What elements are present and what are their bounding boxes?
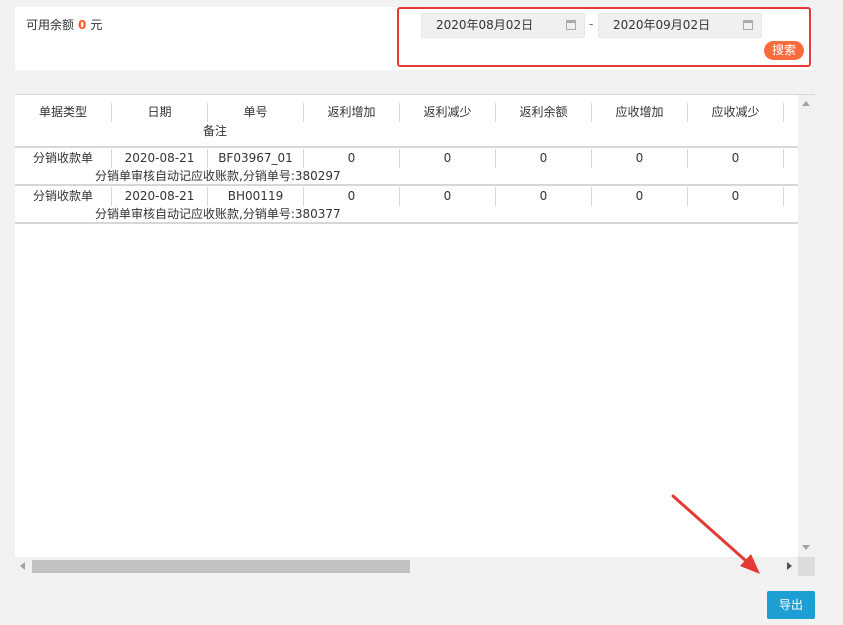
balance-label: 可用余额 [26, 18, 75, 32]
date-filter-highlight: 2020年08月02日 - 2020年09月02日 搜索 [397, 7, 811, 67]
header-receivable-decrease[interactable]: 应收减少 [688, 103, 784, 122]
calendar-icon [743, 20, 753, 30]
start-date-input[interactable]: 2020年08月02日 [421, 13, 585, 38]
end-date-value: 2020年09月02日 [613, 18, 711, 32]
scroll-left-arrow-icon[interactable] [20, 562, 25, 570]
scroll-right-arrow-icon[interactable] [787, 562, 792, 570]
page: 可用余额 0 元 2020年08月02日 - 2020年09月02日 搜索 单据类型… [0, 0, 843, 625]
row-rebate-decrease: 0 [400, 149, 496, 168]
scrollbar-corner [798, 557, 815, 576]
header-receivable-increase[interactable]: 应收增加 [592, 103, 688, 122]
vertical-scrollbar[interactable] [798, 95, 815, 557]
table-row[interactable]: 分销收款单 2020-08-21 BF03967_01 0 0 0 0 0 分销… [15, 148, 798, 186]
row-date: 2020-08-21 [112, 149, 208, 168]
red-pointer-arrow-icon [671, 494, 760, 574]
header-remark[interactable]: 备注 [165, 123, 265, 139]
row-rebate-decrease: 0 [400, 187, 496, 206]
balance-value: 0 [78, 18, 87, 32]
row-receivable-decrease: 0 [688, 149, 784, 168]
start-date-value: 2020年08月02日 [436, 18, 534, 32]
header-doc-type[interactable]: 单据类型 [15, 103, 112, 122]
date-separator: - [589, 17, 594, 31]
header-rebate-increase[interactable]: 返利增加 [304, 103, 400, 122]
header-rebate-balance[interactable]: 返利余额 [496, 103, 592, 122]
row-doc-type: 分销收款单 [15, 149, 112, 168]
available-balance: 可用余额 0 元 [26, 16, 102, 33]
calendar-icon [566, 20, 576, 30]
row-date: 2020-08-21 [112, 187, 208, 206]
scroll-down-arrow-icon[interactable] [802, 545, 810, 550]
row-rebate-increase: 0 [304, 187, 400, 206]
row-remark: 分销单审核自动记应收账款,分销单号:380377 [95, 207, 341, 221]
row-rebate-balance: 0 [496, 187, 592, 206]
row-receivable-decrease: 0 [688, 187, 784, 206]
header-date[interactable]: 日期 [112, 103, 208, 122]
row-rebate-balance: 0 [496, 149, 592, 168]
scroll-up-arrow-icon[interactable] [802, 101, 810, 106]
row-doc-type: 分销收款单 [15, 187, 112, 206]
balance-unit: 元 [90, 18, 103, 32]
table-header: 单据类型 日期 单号 返利增加 返利减少 返利余额 应收增加 应收减少 备注 [15, 95, 798, 148]
table-grid: 单据类型 日期 单号 返利增加 返利减少 返利余额 应收增加 应收减少 备注 分… [15, 95, 798, 557]
horizontal-scroll-thumb[interactable] [32, 560, 410, 573]
header-doc-no[interactable]: 单号 [208, 103, 304, 122]
table-row[interactable]: 分销收款单 2020-08-21 BH00119 0 0 0 0 0 分销单审核… [15, 186, 798, 224]
row-receivable-increase: 0 [592, 149, 688, 168]
export-button[interactable]: 导出 [767, 591, 815, 619]
search-button[interactable]: 搜索 [764, 41, 804, 60]
row-remark: 分销单审核自动记应收账款,分销单号:380297 [95, 169, 341, 183]
row-doc-no: BF03967_01 [208, 149, 304, 168]
header-rebate-decrease[interactable]: 返利减少 [400, 103, 496, 122]
row-doc-no: BH00119 [208, 187, 304, 206]
row-receivable-increase: 0 [592, 187, 688, 206]
row-rebate-increase: 0 [304, 149, 400, 168]
end-date-input[interactable]: 2020年09月02日 [598, 13, 762, 38]
